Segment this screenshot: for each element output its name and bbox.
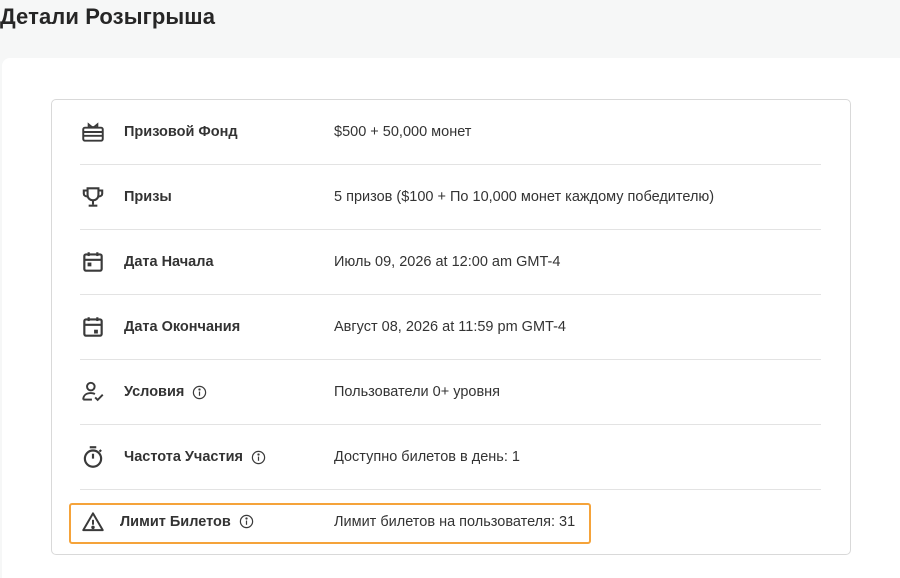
detail-row-frequency: Частота Участия Доступно билетов в день:… (80, 425, 821, 490)
detail-label: Призы (124, 189, 172, 205)
detail-label: Призовой Фонд (124, 124, 238, 140)
detail-label-text: Условия (124, 384, 185, 400)
detail-row-ticket-limit: Лимит Билетов Лимит билетов на пользоват… (80, 489, 821, 554)
detail-row-prizes: Призы 5 призов ($100 + По 10,000 монет к… (80, 165, 821, 230)
stopwatch-icon (80, 444, 106, 470)
info-icon[interactable] (239, 514, 254, 529)
detail-label: Дата Начала (124, 254, 214, 270)
detail-row-prize-pool: Призовой Фонд $500 + 50,000 монет (80, 100, 821, 165)
calendar-end-icon (80, 314, 106, 340)
detail-label-text: Лимит Билетов (120, 513, 231, 530)
warning-triangle-icon (80, 509, 106, 535)
detail-value: Август 08, 2026 at 11:59 pm GMT-4 (334, 319, 566, 335)
detail-value: Пользователи 0+ уровня (334, 384, 501, 400)
detail-row-start-date: Дата Начала Июль 09, 2026 at 12:00 am GM… (80, 230, 821, 295)
page-title: Детали Розыгрыша (0, 4, 216, 29)
gift-card-icon (80, 119, 106, 145)
detail-label: Лимит Билетов (120, 514, 254, 530)
info-icon[interactable] (251, 450, 266, 465)
detail-label: Дата Окончания (124, 319, 241, 335)
detail-row-end-date: Дата Окончания Август 08, 2026 at 11:59 … (80, 295, 821, 360)
detail-value: Лимит билетов на пользователя: 31 (334, 513, 576, 530)
user-check-icon (80, 379, 106, 405)
detail-value: Июль 09, 2026 at 12:00 am GMT-4 (334, 254, 561, 270)
trophy-icon (80, 184, 106, 210)
detail-value: 5 призов ($100 + По 10,000 монет каждому… (334, 189, 715, 205)
detail-label: Частота Участия (124, 449, 266, 465)
detail-value: Доступно билетов в день: 1 (334, 449, 520, 465)
info-icon[interactable] (192, 385, 207, 400)
detail-row-conditions: Условия Пользователи 0+ уровня (80, 360, 821, 425)
detail-label: Условия (124, 384, 207, 400)
detail-label-text: Частота Участия (124, 449, 243, 465)
detail-value: $500 + 50,000 монет (334, 124, 472, 140)
calendar-start-icon (80, 249, 106, 275)
